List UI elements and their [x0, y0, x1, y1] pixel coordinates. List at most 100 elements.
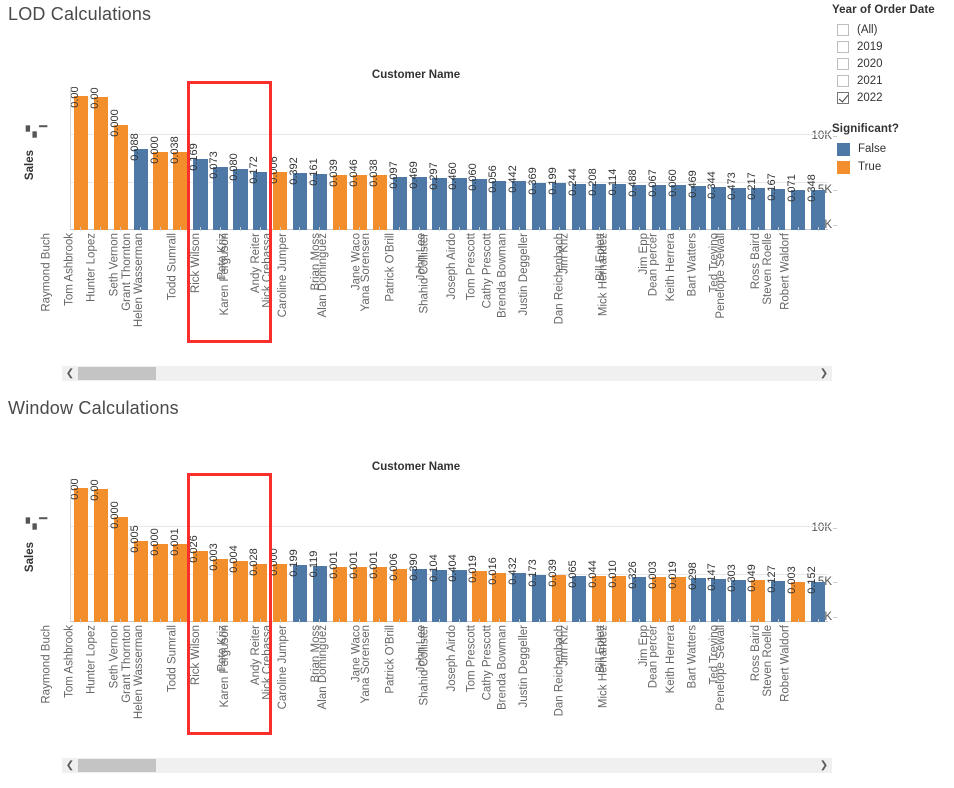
category-label[interactable]: Tom Ashbrook: [63, 233, 75, 306]
category-label[interactable]: Penelope Sewall: [716, 233, 728, 319]
category-label[interactable]: Todd Sumrall: [166, 625, 178, 692]
category-label[interactable]: Dan Reichenbach: [553, 625, 565, 716]
category-label[interactable]: Raymond Buch: [41, 233, 53, 312]
category-label[interactable]: Dean percer: [647, 233, 659, 296]
category-label[interactable]: Shahid Collister: [419, 233, 431, 314]
bar[interactable]: 0.003: [208, 543, 228, 622]
category-label[interactable]: Ross Baird: [750, 625, 762, 681]
bar[interactable]: 0.097: [388, 161, 407, 230]
bar[interactable]: 0.127: [766, 565, 786, 622]
bar[interactable]: 0.067: [647, 169, 666, 230]
category-label[interactable]: Tom Prescott: [465, 625, 477, 692]
bar[interactable]: 0.460: [447, 162, 467, 230]
category-label[interactable]: Nick Crebassa: [262, 625, 274, 700]
bar[interactable]: 0.488: [627, 169, 646, 230]
bar[interactable]: 0.004: [228, 546, 248, 622]
category-label[interactable]: Justin Deggeller: [518, 233, 530, 315]
category-label[interactable]: Robert Waldorf: [780, 233, 792, 310]
category-label[interactable]: Andy Reiter: [249, 233, 261, 293]
bar[interactable]: 0.208: [587, 168, 607, 230]
category-label[interactable]: Rick Wilson: [190, 625, 202, 685]
bar[interactable]: 0.060: [667, 169, 686, 230]
bar[interactable]: 0.003: [647, 561, 666, 622]
bar[interactable]: 0.065: [567, 560, 587, 622]
category-label[interactable]: Shahid Collister: [419, 625, 431, 706]
bar[interactable]: 0.006: [268, 157, 288, 230]
bar[interactable]: 0.173: [527, 559, 547, 622]
year-filter-option-2019[interactable]: 2019: [837, 38, 954, 55]
category-label[interactable]: Brenda Bowman: [496, 233, 508, 318]
bar[interactable]: 0.404: [447, 554, 467, 622]
bar[interactable]: 0.390: [408, 553, 427, 622]
category-label[interactable]: Caroline Jumper: [277, 233, 289, 317]
category-label[interactable]: Cathy Prescott: [481, 625, 493, 700]
bar[interactable]: 0.473: [726, 172, 746, 230]
scrollbar-track[interactable]: [78, 758, 816, 773]
bar[interactable]: 0.088: [129, 134, 148, 230]
horizontal-scrollbar-lod[interactable]: ❮ ❯: [62, 366, 832, 381]
bar[interactable]: 0.006: [388, 553, 407, 622]
bar[interactable]: 0.001: [368, 551, 387, 622]
category-label[interactable]: Seth Vernon: [108, 625, 120, 688]
bar[interactable]: 0.000: [89, 479, 109, 622]
category-label[interactable]: Cathy Prescott: [481, 233, 493, 308]
year-filter-option-2020[interactable]: 2020: [837, 55, 954, 72]
bar[interactable]: 0.348: [806, 175, 826, 230]
category-label[interactable]: Alan Dominguez: [317, 233, 329, 317]
year-filter-option-2021[interactable]: 2021: [837, 72, 954, 89]
bar[interactable]: 0.432: [507, 558, 527, 622]
bar[interactable]: 0.000: [109, 501, 128, 622]
category-label[interactable]: Brenda Bowman: [496, 625, 508, 710]
year-filter-option-all[interactable]: (All): [837, 21, 954, 38]
bar[interactable]: 0.000: [109, 109, 128, 230]
bar[interactable]: 0.298: [687, 562, 706, 622]
scrollbar-thumb[interactable]: [78, 759, 156, 772]
bar[interactable]: 0.001: [348, 551, 368, 622]
bar[interactable]: 0.199: [288, 550, 308, 622]
category-label[interactable]: Yana Sorensen: [360, 625, 372, 703]
category-label[interactable]: Tom Ashbrook: [63, 625, 75, 698]
category-label[interactable]: Justin Deggeller: [518, 625, 530, 707]
bar[interactable]: 0.003: [786, 566, 806, 622]
category-label[interactable]: Tom Prescott: [465, 233, 477, 300]
checkbox-icon[interactable]: [837, 57, 849, 70]
category-label[interactable]: Seth Vernon: [108, 233, 120, 296]
category-label[interactable]: Helen Wasserman: [133, 233, 145, 327]
bar[interactable]: 0.000: [71, 87, 89, 230]
category-label[interactable]: Yana Sorensen: [360, 233, 372, 311]
bar[interactable]: 0.005: [129, 526, 148, 622]
category-label[interactable]: Rick Wilson: [190, 233, 202, 293]
bar[interactable]: 0.344: [706, 171, 726, 230]
bar[interactable]: 0.152: [806, 567, 826, 622]
checkbox-icon[interactable]: [837, 74, 849, 87]
category-label[interactable]: Karen Ferguson: [218, 233, 230, 315]
scroll-left-arrow-icon[interactable]: ❮: [62, 758, 78, 773]
bar[interactable]: 0.303: [726, 564, 746, 622]
bar[interactable]: 0.167: [766, 173, 786, 230]
category-label[interactable]: Keith Herrera: [664, 625, 676, 693]
category-label[interactable]: Andy Reiter: [249, 625, 261, 685]
bar[interactable]: 0.056: [487, 165, 507, 230]
bar[interactable]: 0.019: [467, 556, 487, 622]
bar[interactable]: 0.000: [149, 529, 168, 622]
bar[interactable]: 0.244: [567, 168, 587, 230]
category-label[interactable]: Bart Watters: [687, 625, 699, 688]
category-label[interactable]: Patrick O'Brill: [385, 625, 397, 694]
bar[interactable]: 0.172: [248, 156, 268, 230]
bar[interactable]: 0.114: [607, 169, 627, 230]
bar[interactable]: 0.217: [746, 172, 766, 230]
category-label[interactable]: Keith Herrera: [664, 233, 676, 301]
bar[interactable]: 0.469: [408, 161, 427, 230]
bar[interactable]: 0.044: [587, 560, 607, 622]
category-label[interactable]: Grant Thornton: [121, 625, 133, 703]
bar[interactable]: 0.016: [487, 557, 507, 622]
bar[interactable]: 0.028: [248, 548, 268, 622]
bar[interactable]: 0.326: [627, 561, 646, 622]
bar[interactable]: 0.026: [188, 535, 208, 622]
bar[interactable]: 0.060: [467, 164, 487, 230]
bar[interactable]: 0.369: [527, 167, 547, 230]
scroll-right-arrow-icon[interactable]: ❯: [816, 758, 832, 773]
bar[interactable]: 0.297: [428, 162, 447, 230]
bar[interactable]: 0.169: [188, 143, 208, 230]
category-label[interactable]: Dan Reichenbach: [553, 233, 565, 324]
